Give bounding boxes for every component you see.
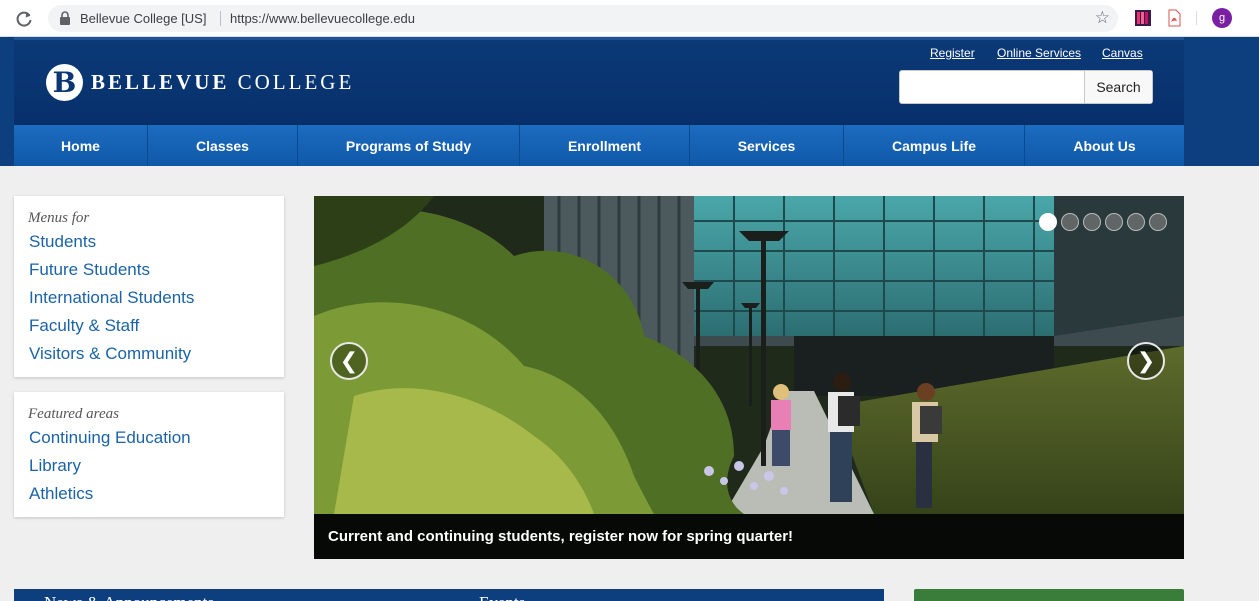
nav-services[interactable]: Services (690, 125, 844, 166)
address-bar[interactable]: Bellevue College [US] https://www.bellev… (48, 5, 1118, 32)
menu-link-visitors-community[interactable]: Visitors & Community (29, 344, 191, 364)
register-link[interactable]: Register (930, 46, 975, 60)
extension-books-icon[interactable] (1135, 10, 1151, 26)
toolbar-divider (1196, 11, 1197, 25)
main-nav: Home Classes Programs of Study Enrollmen… (14, 125, 1184, 166)
green-feature-box (914, 589, 1184, 601)
menu-link-future-students[interactable]: Future Students (29, 260, 150, 280)
news-announcements-heading: News & Announcements (44, 593, 214, 601)
canvas-link[interactable]: Canvas (1102, 46, 1143, 60)
slide-pager (1039, 213, 1167, 231)
url-text[interactable]: https://www.bellevuecollege.edu (230, 11, 415, 26)
slide-campus-photo (314, 196, 1184, 559)
search-input[interactable] (900, 71, 1084, 103)
bookmark-star-icon[interactable]: ☆ (1095, 9, 1110, 27)
nav-campus-life[interactable]: Campus Life (844, 125, 1025, 166)
slide-dot-1[interactable] (1039, 213, 1057, 231)
slide-caption-bar: Current and continuing students, registe… (314, 514, 1184, 559)
header-top-accent (14, 37, 1184, 40)
nav-programs-of-study[interactable]: Programs of Study (298, 125, 520, 166)
browser-toolbar: Bellevue College [US] https://www.bellev… (0, 0, 1259, 37)
search-button[interactable]: Search (1084, 71, 1152, 103)
menu-link-faculty-staff[interactable]: Faculty & Staff (29, 316, 139, 336)
featured-link-athletics[interactable]: Athletics (29, 484, 93, 504)
logo-wordmark: BELLEVUE COLLEGE (91, 70, 354, 95)
lock-icon[interactable] (58, 11, 72, 26)
featured-link-library[interactable]: Library (29, 456, 81, 476)
nav-enrollment[interactable]: Enrollment (520, 125, 690, 166)
nav-home[interactable]: Home (14, 125, 148, 166)
menu-link-international-students[interactable]: International Students (29, 288, 194, 308)
pdf-extension-icon[interactable] (1166, 9, 1182, 27)
news-events-section: News & Announcements Events (14, 589, 884, 601)
menus-for-heading: Menus for (28, 210, 90, 226)
menu-link-students[interactable]: Students (29, 232, 96, 252)
logo-mark: B (46, 63, 83, 101)
events-heading: Events (479, 593, 525, 601)
hero-slider[interactable]: ❮ ❯ Current and continuing students, reg… (314, 196, 1184, 559)
featured-areas-heading: Featured areas (28, 406, 119, 422)
slide-caption[interactable]: Current and continuing students, registe… (328, 528, 793, 545)
nav-about-us[interactable]: About Us (1025, 125, 1184, 166)
chevron-left-icon[interactable]: ❮ (330, 342, 368, 380)
online-services-link[interactable]: Online Services (997, 46, 1081, 60)
featured-link-continuing-education[interactable]: Continuing Education (29, 428, 191, 448)
logo-word-bellevue: BELLEVUE (91, 69, 230, 94)
slide-dot-3[interactable] (1083, 213, 1101, 231)
slide-dot-5[interactable] (1127, 213, 1145, 231)
menus-for-card: Menus for Students Future Students Inter… (14, 196, 284, 377)
college-logo[interactable]: B BELLEVUE COLLEGE (46, 63, 354, 101)
slide-dot-4[interactable] (1105, 213, 1123, 231)
url-divider (220, 11, 221, 26)
profile-avatar[interactable]: g (1212, 8, 1232, 28)
site-search: Search (899, 70, 1153, 104)
featured-areas-card: Featured areas Continuing Education Libr… (14, 392, 284, 517)
nav-classes[interactable]: Classes (148, 125, 298, 166)
chevron-right-icon[interactable]: ❯ (1127, 342, 1165, 380)
slide-dot-2[interactable] (1061, 213, 1079, 231)
logo-word-college: COLLEGE (237, 69, 355, 94)
site-identity: Bellevue College [US] (80, 11, 207, 26)
reload-icon[interactable] (14, 9, 34, 29)
slide-dot-6[interactable] (1149, 213, 1167, 231)
